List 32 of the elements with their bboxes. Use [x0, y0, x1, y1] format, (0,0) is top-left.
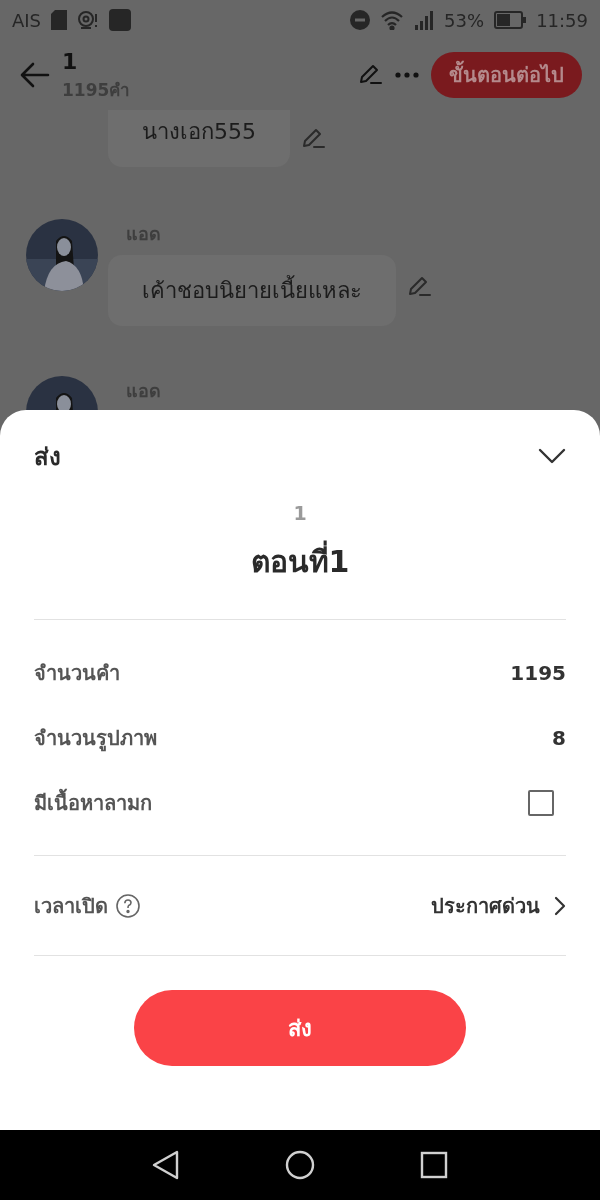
schedule-label: เวลาเปิด [34, 892, 108, 920]
do-not-disturb-icon [350, 10, 371, 30]
chapter-title: 1 [62, 47, 79, 76]
stat-value: 8 [552, 725, 566, 750]
battery-icon [494, 11, 527, 29]
message-bubble: นางเอก555 [108, 110, 290, 167]
sd-card-icon [51, 10, 68, 30]
sheet-title: ส่ง [34, 441, 61, 473]
home-icon[interactable] [285, 1150, 315, 1180]
battery-percent: 53% [444, 9, 485, 31]
stat-label: มีเนื้อหาลามก [34, 787, 152, 817]
schedule-value[interactable]: ประกาศด่วน [431, 889, 540, 922]
signal-icon [414, 10, 435, 30]
recents-icon[interactable] [419, 1151, 448, 1179]
help-icon[interactable] [116, 893, 140, 918]
episode-number: 1 [293, 502, 307, 524]
carrier-name: AIS [12, 9, 42, 31]
more-icon[interactable] [395, 72, 419, 78]
checkbox[interactable] [528, 789, 554, 816]
stat-label: จำนวนคำ [34, 659, 120, 687]
clock-time: 11:59 [536, 9, 588, 31]
episode-title: ตอนที่1 [250, 538, 350, 585]
chevron-right-icon[interactable] [554, 895, 566, 916]
chevron-down-icon[interactable] [538, 448, 566, 464]
send-button[interactable]: ส่ง [134, 990, 466, 1066]
back-arrow-icon[interactable] [20, 62, 50, 88]
stat-value: 1195 [510, 660, 566, 685]
wifi-icon [380, 10, 405, 30]
stat-label: จำนวนรูปภาพ [34, 724, 157, 754]
message-bubble: เค้าชอบนิยายเนี้ยแหละ [108, 255, 396, 326]
next-step-button[interactable]: ขั้นตอนต่อไป [431, 52, 582, 98]
back-icon[interactable] [152, 1150, 181, 1180]
